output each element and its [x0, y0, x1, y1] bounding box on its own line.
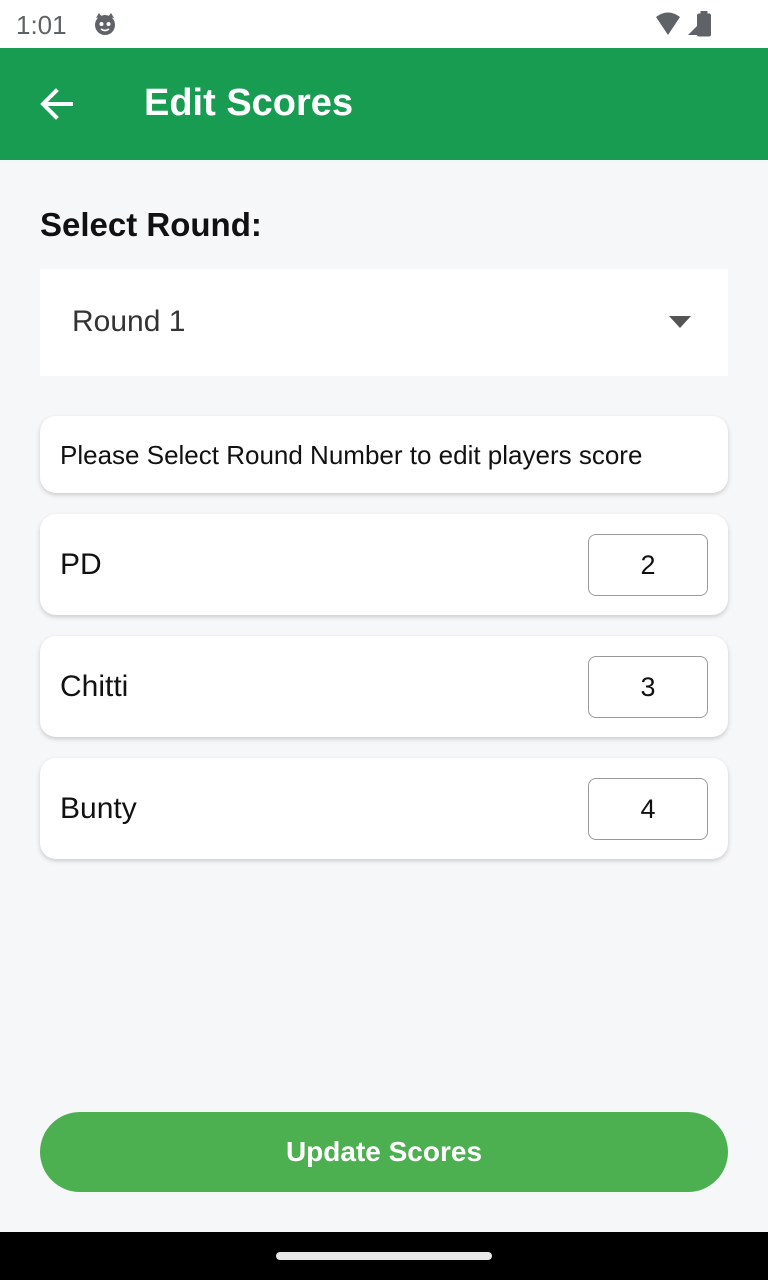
- status-bar: 1:01: [0, 0, 768, 48]
- select-round-label: Select Round:: [40, 206, 262, 243]
- player-card: PD: [40, 514, 728, 615]
- score-input[interactable]: [588, 534, 708, 596]
- system-nav-bar: [0, 1232, 768, 1280]
- arrow-left-icon: [40, 88, 73, 120]
- player-name: PD: [60, 548, 102, 581]
- player-name: Chitti: [60, 670, 129, 703]
- cat-face-icon: [95, 13, 115, 35]
- round-dropdown-value: Round 1: [72, 305, 186, 338]
- player-card: Chitti: [40, 636, 728, 737]
- info-card: Please Select Round Number to edit playe…: [40, 416, 728, 493]
- update-scores-button[interactable]: Update Scores: [40, 1112, 728, 1192]
- wifi-icon: [656, 12, 680, 35]
- caret-down-icon: [669, 316, 691, 328]
- score-input[interactable]: [588, 656, 708, 718]
- app-bar: Edit Scores: [0, 48, 768, 160]
- player-name: Bunty: [60, 792, 137, 825]
- score-input[interactable]: [588, 778, 708, 840]
- page-title: Edit Scores: [144, 82, 354, 124]
- info-message: Please Select Round Number to edit playe…: [60, 440, 643, 470]
- back-button[interactable]: [24, 72, 88, 136]
- home-gesture-handle[interactable]: [276, 1252, 492, 1260]
- round-dropdown[interactable]: Round 1: [40, 269, 728, 376]
- battery-icon: [697, 11, 711, 37]
- player-card: Bunty: [40, 758, 728, 859]
- status-time: 1:01: [16, 10, 67, 40]
